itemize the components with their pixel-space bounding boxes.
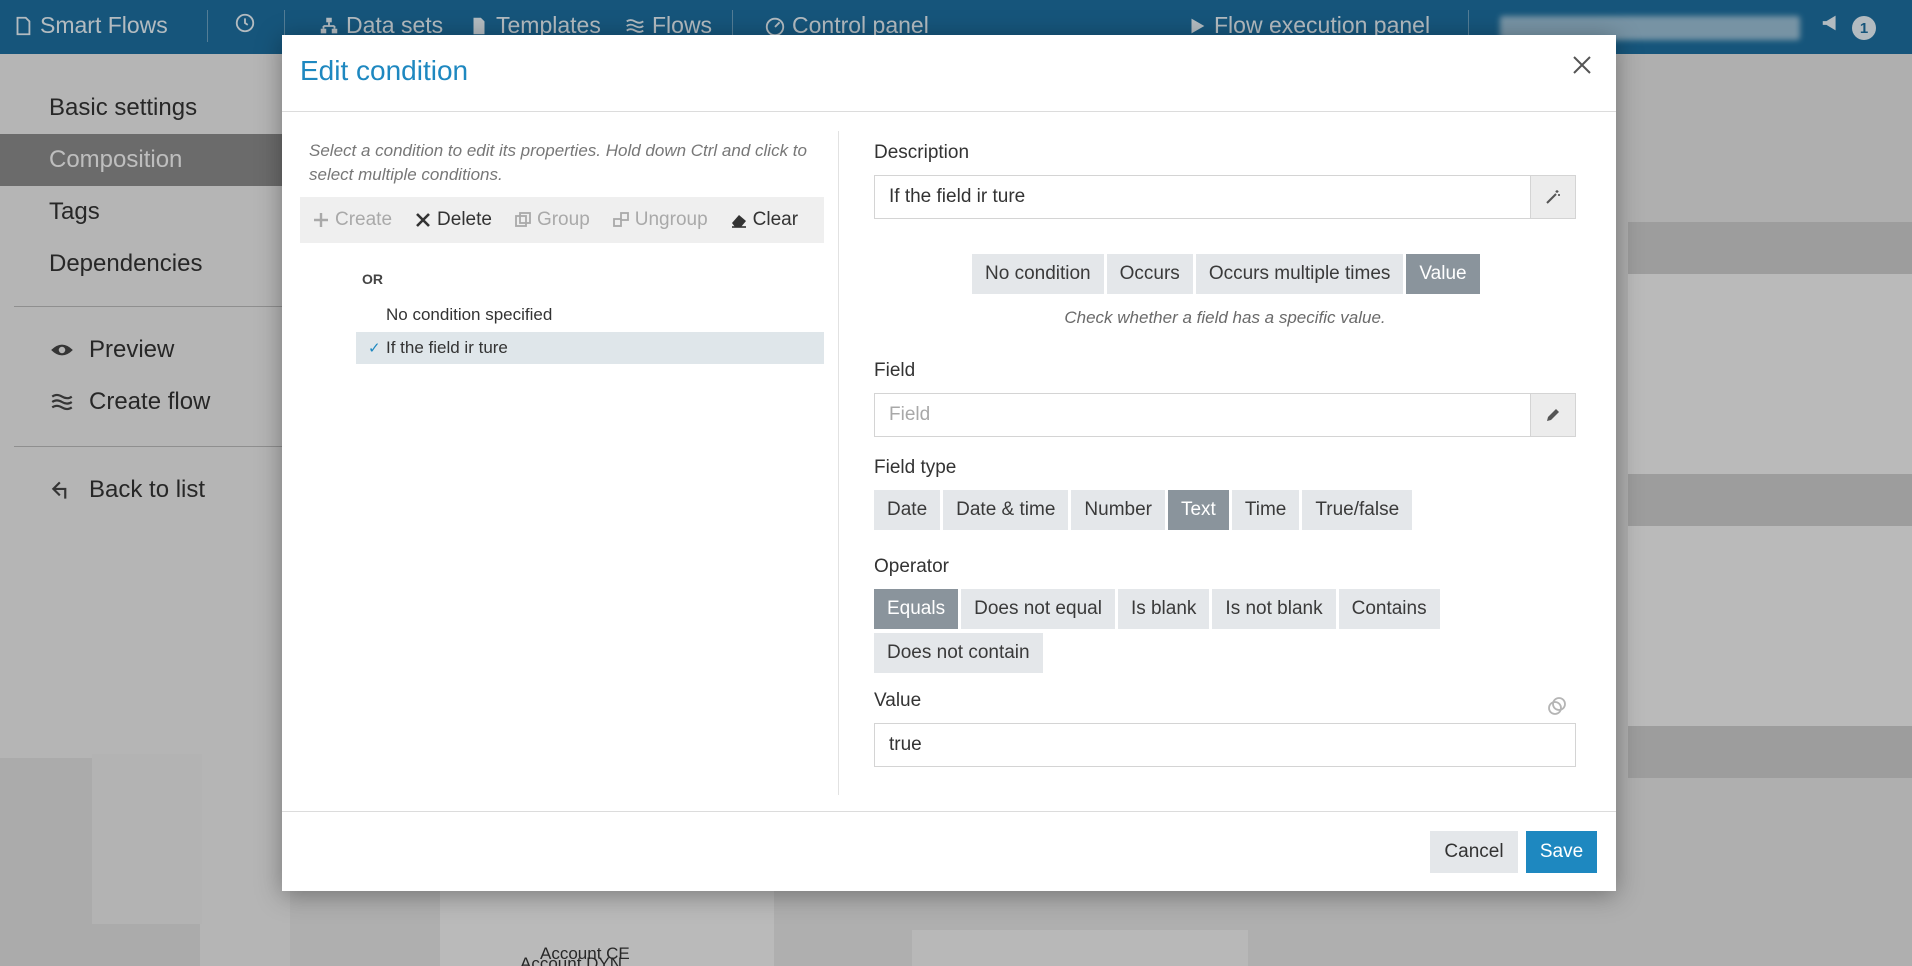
condition-type-selector: No condition Occurs Occurs multiple time…: [972, 254, 1480, 294]
magic-wand-icon: [1546, 190, 1560, 204]
button-label: Clear: [752, 209, 799, 230]
operator-label: Operator: [874, 556, 949, 577]
field-type-selector: Date Date & time Number Text Time True/f…: [874, 490, 1413, 530]
condition-type-hint: Check whether a field has a specific val…: [1064, 308, 1386, 327]
group-icon: [515, 212, 531, 227]
operator-is-not-blank[interactable]: Is not blank: [1212, 589, 1336, 629]
delete-button[interactable]: Delete: [414, 209, 492, 231]
close-icon: [1573, 56, 1591, 74]
button-label: Delete: [437, 209, 492, 230]
clear-button[interactable]: Clear: [730, 209, 798, 231]
field-type-text[interactable]: Text: [1167, 490, 1229, 530]
plus-icon: [314, 213, 328, 227]
condition-label: No condition specified: [386, 305, 553, 324]
operator-selector: Equals Does not equal Is blank Is not bl…: [874, 589, 1474, 673]
copy-value-button[interactable]: [1546, 695, 1568, 717]
group-button[interactable]: Group: [514, 209, 590, 231]
cancel-button[interactable]: Cancel: [1430, 831, 1518, 873]
field-type-label: Field type: [874, 457, 957, 478]
operator-equals[interactable]: Equals: [874, 589, 959, 629]
field-type-date-time[interactable]: Date & time: [943, 490, 1069, 530]
checkmark-icon: ✓: [368, 340, 381, 357]
value-input[interactable]: true: [874, 723, 1576, 767]
column-divider: [838, 131, 839, 795]
description-value: If the field ir ture: [889, 186, 1026, 207]
condition-type-value[interactable]: Value: [1406, 254, 1480, 294]
condition-type-occurs[interactable]: Occurs: [1106, 254, 1193, 294]
field-type-number[interactable]: Number: [1071, 490, 1165, 530]
edit-condition-dialog: Edit condition Select a condition to edi…: [282, 35, 1616, 891]
value-label: Value: [874, 690, 922, 711]
selection-hint: Select a condition to edit its propertie…: [309, 141, 807, 184]
condition-label: If the field ir ture: [386, 338, 508, 357]
field-label: Field: [874, 360, 916, 381]
button-label: Group: [536, 209, 590, 230]
footer-divider: [282, 811, 1616, 812]
header-divider: [282, 111, 1616, 112]
ungroup-button[interactable]: Ungroup: [612, 209, 708, 231]
edit-field-button[interactable]: [1530, 393, 1576, 437]
eraser-icon: [731, 215, 746, 228]
create-button[interactable]: Create: [312, 209, 392, 231]
button-label: Create: [335, 209, 393, 230]
condition-type-no-condition[interactable]: No condition: [972, 254, 1104, 294]
description-input[interactable]: If the field ir ture: [874, 175, 1576, 219]
description-label: Description: [874, 142, 970, 163]
field-type-true-false[interactable]: True/false: [1302, 490, 1413, 530]
operator-is-blank[interactable]: Is blank: [1117, 589, 1210, 629]
operator-does-not-contain[interactable]: Does not contain: [874, 633, 1043, 673]
field-placeholder: Field: [889, 404, 931, 425]
operator-does-not-equal[interactable]: Does not equal: [961, 589, 1115, 629]
operator-contains[interactable]: Contains: [1338, 589, 1440, 629]
value-text: true: [889, 734, 922, 755]
condition-tree-item[interactable]: No condition specified: [356, 299, 824, 331]
pencil-icon: [1547, 409, 1559, 421]
tree-group-operator: OR: [362, 271, 383, 287]
close-button[interactable]: [1566, 49, 1598, 81]
ungroup-icon: [612, 212, 629, 227]
field-input[interactable]: Field: [874, 393, 1576, 437]
generate-description-button[interactable]: [1530, 175, 1576, 219]
field-type-time[interactable]: Time: [1231, 490, 1300, 530]
condition-type-occurs-multiple-times[interactable]: Occurs multiple times: [1195, 254, 1404, 294]
condition-toolbar: Create Delete Group Ungroup Clear: [300, 197, 824, 243]
save-button[interactable]: Save: [1526, 831, 1597, 873]
condition-tree-item-selected[interactable]: ✓ If the field ir ture: [356, 332, 824, 364]
dialog-title: Edit condition: [300, 55, 469, 86]
x-icon: [416, 213, 430, 227]
copy-icon: [1548, 697, 1566, 715]
field-type-date[interactable]: Date: [874, 490, 941, 530]
button-label: Ungroup: [634, 209, 708, 230]
